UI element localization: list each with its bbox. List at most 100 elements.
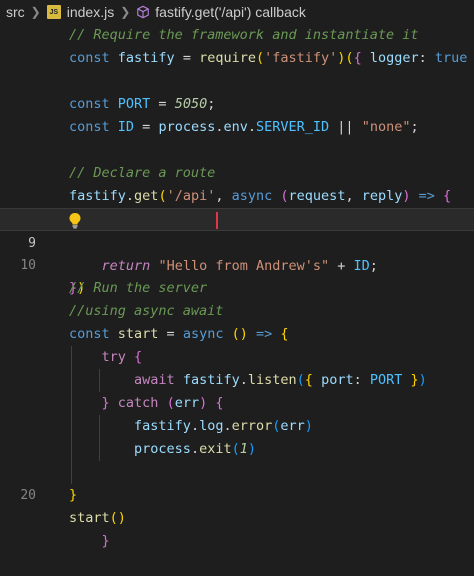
code-line[interactable]: const fastify = require('fastify')({ log… [0, 47, 474, 70]
code-token: ) [402, 188, 411, 204]
code-line[interactable]: start() [0, 507, 474, 530]
code-line[interactable]: 10 }) [0, 231, 474, 296]
code-line[interactable]: process.exit(1) [0, 438, 474, 461]
code-token: } [101, 533, 110, 549]
code-token: const [69, 326, 110, 342]
code-line-content: const ID = process.env.SERVER_ID || "non… [69, 116, 419, 139]
code-line[interactable]: 20 } [0, 461, 474, 549]
code-token: require [199, 50, 256, 66]
chevron-right-icon: ❯ [120, 5, 131, 19]
code-token: PORT [369, 372, 403, 388]
method-cube-icon [137, 5, 150, 19]
code-line[interactable]: } [0, 484, 474, 507]
lightbulb-icon[interactable] [68, 212, 82, 229]
code-token: ( [345, 50, 354, 66]
code-line[interactable]: fastify.get('/api', async (request, repl… [0, 185, 474, 208]
chevron-right-icon: ❯ [30, 5, 41, 19]
code-line-content: //using async await [69, 300, 223, 323]
code-line[interactable]: const start = async () => { [0, 323, 474, 346]
code-line[interactable]: // Run the server [0, 277, 474, 300]
code-line[interactable] [0, 254, 474, 277]
code-token: //using async await [69, 303, 224, 319]
code-line-content: try { [69, 346, 143, 369]
code-token: true [434, 50, 468, 66]
code-line-active[interactable]: 9 return "Hello from Andrew's" + ID; [0, 208, 474, 274]
code-token: => [418, 188, 435, 204]
code-line[interactable]: const ID = process.env.SERVER_ID || "non… [0, 116, 474, 139]
code-token: get [134, 188, 159, 204]
code-token: await [134, 372, 175, 388]
code-token: "none" [361, 119, 411, 135]
code-token: ID [117, 119, 135, 135]
code-line-content: // Declare a route [69, 162, 215, 185]
code-line-content: const fastify = require('fastify')({ log… [69, 47, 474, 70]
code-token: . [223, 418, 232, 434]
code-line[interactable]: fastify.log.error(err) [0, 415, 474, 438]
text-cursor [216, 212, 218, 229]
code-line[interactable]: const PORT = 5050; [0, 93, 474, 116]
code-token: try [101, 349, 126, 365]
code-token: reply [361, 188, 403, 204]
code-editor[interactable]: // Require the framework and instantiate… [0, 24, 474, 549]
breadcrumb-folder-src[interactable]: src [6, 4, 25, 20]
code-token: start [69, 510, 110, 526]
code-token: fastify [134, 418, 191, 434]
code-token: '/api' [166, 188, 216, 204]
breadcrumb-symbol[interactable]: fastify.get('/api') callback [155, 4, 306, 20]
code-token: { [353, 50, 362, 66]
code-token: listen [247, 372, 297, 388]
code-token: . [190, 418, 200, 434]
code-token: { [134, 349, 143, 365]
code-line[interactable]: await fastify.listen({ port: PORT }) [0, 369, 474, 392]
code-token: port [321, 372, 354, 388]
code-token: } [410, 372, 419, 388]
indent-guide [71, 461, 72, 484]
code-line[interactable]: // Declare a route [0, 162, 474, 185]
code-line-content: } [69, 484, 77, 507]
code-line-content: fastify.log.error(err) [69, 415, 313, 438]
code-token: ) [247, 441, 257, 457]
code-token: catch [117, 395, 159, 411]
code-line[interactable] [0, 70, 474, 93]
code-token: // Run the server [69, 280, 208, 296]
code-token: const [69, 119, 110, 135]
code-line-content: process.exit(1) [69, 438, 256, 461]
code-token: { [304, 372, 313, 388]
code-token: ( [296, 372, 305, 388]
code-line[interactable] [0, 139, 474, 162]
code-token: , [345, 188, 362, 204]
code-token: { [443, 188, 452, 204]
code-token: = [174, 50, 200, 66]
code-line[interactable]: try { [0, 346, 474, 369]
code-token: 5050 [174, 96, 208, 112]
code-line[interactable]: // Require the framework and instantiate… [0, 24, 474, 47]
code-token: . [247, 119, 257, 135]
code-token: = [134, 119, 159, 135]
code-token: error [231, 418, 273, 434]
breadcrumb-file-index-js[interactable]: index.js [67, 4, 114, 20]
code-token: fastify [182, 372, 240, 388]
code-token: SERVER_ID [256, 119, 330, 135]
code-token: => [256, 326, 273, 342]
code-token: = [150, 96, 175, 112]
code-line[interactable]: } catch (err) { [0, 392, 474, 415]
code-line[interactable]: //using async await [0, 300, 474, 323]
code-token: log [199, 418, 224, 434]
code-token: 1 [239, 441, 248, 457]
code-token: // Require the framework and instantiate… [69, 27, 419, 43]
